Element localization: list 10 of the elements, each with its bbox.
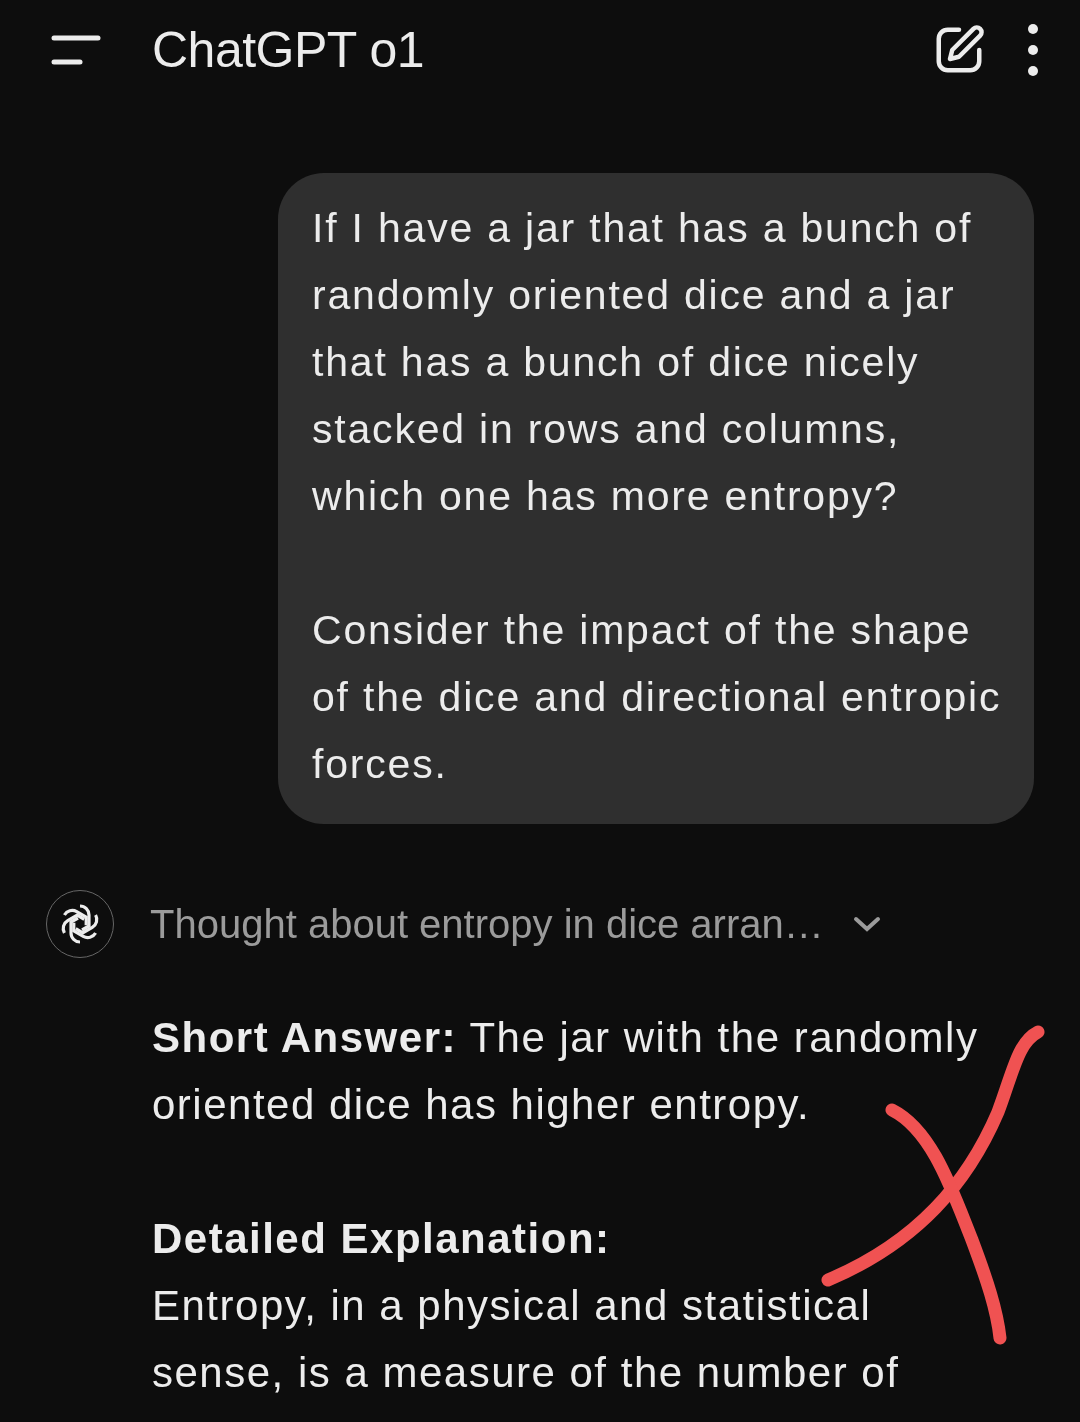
message-text: Consider the impact of the shape of the dice and directional entropic forces.	[312, 606, 1003, 789]
thought-toggle[interactable]: Thought about entropy in dice arran…	[150, 901, 882, 947]
answer-text: Short Answer: The jar with the randomly oriented dice has higher entropy.	[152, 1013, 980, 1130]
menu-icon[interactable]	[50, 34, 102, 66]
window-title: ChatGPT o1	[152, 21, 425, 79]
chevron-down-icon	[851, 914, 882, 934]
message-text: If I have a jar that has a bunch of randomly oriented dice and a jar that has a bunch of dice nicely stacked in rows and columns, which one has more entropy?	[312, 204, 974, 521]
more-options-button[interactable]	[1026, 23, 1040, 77]
answer-text: Entropy, in a physical and statistical sense, is a measure of the number of	[152, 1281, 901, 1398]
section-heading: Detailed Explanation:	[152, 1214, 612, 1264]
